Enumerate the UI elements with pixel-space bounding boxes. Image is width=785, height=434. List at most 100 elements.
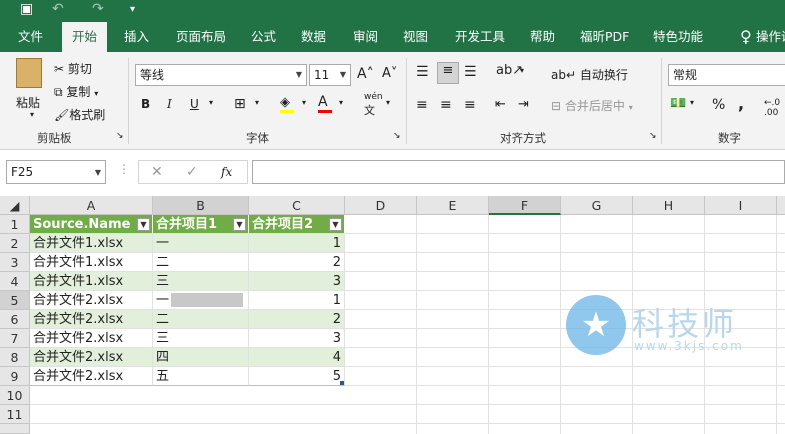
row-header-5[interactable]: 5 <box>0 291 30 310</box>
increase-decimal-icon[interactable]: ←.0.00 <box>764 98 780 118</box>
align-left-icon[interactable]: ≡ <box>416 97 428 113</box>
column-header-f[interactable]: F <box>489 196 561 215</box>
table-cell[interactable]: 合并文件2.xlsx <box>30 348 153 367</box>
font-color-button[interactable]: A <box>318 94 332 113</box>
align-center-icon[interactable]: ≡ <box>440 97 452 113</box>
table-cell[interactable]: 合并文件1.xlsx <box>30 272 153 291</box>
fill-dropdown-icon[interactable]: ▾ <box>302 98 306 107</box>
table-cell[interactable]: 合并文件1.xlsx <box>30 234 153 253</box>
bold-button[interactable]: B <box>141 97 150 111</box>
table-cell[interactable]: 合并文件2.xlsx <box>30 367 153 386</box>
tab-data[interactable]: 数据 <box>291 22 336 52</box>
font-launcher-icon[interactable]: ↘ <box>393 131 401 141</box>
table-cell[interactable]: 1 <box>249 291 345 310</box>
paste-button[interactable]: 粘贴 <box>16 94 40 111</box>
row-header-7[interactable]: 7 <box>0 329 30 348</box>
row-header-1[interactable]: 1 <box>0 215 30 234</box>
row-header-10[interactable]: 10 <box>0 386 30 405</box>
tab-home[interactable]: 开始 <box>62 22 108 52</box>
enter-icon[interactable]: ✓ <box>186 162 198 182</box>
column-header-g[interactable]: G <box>561 196 633 215</box>
decrease-indent-icon[interactable]: ⇤ <box>495 97 506 112</box>
row-header-9[interactable]: 9 <box>0 367 30 386</box>
align-middle-icon[interactable]: ≡ <box>437 62 459 84</box>
customize-qat-icon[interactable]: ▾ <box>130 4 135 15</box>
formula-input[interactable] <box>252 160 785 184</box>
table-cell[interactable]: 5 <box>249 367 345 386</box>
table-cell[interactable]: 二 <box>153 310 249 329</box>
table-header-cell[interactable]: 合并项目1 ▼ <box>153 215 249 234</box>
alignment-launcher-icon[interactable]: ↘ <box>649 131 657 141</box>
tab-features[interactable]: 特色功能 <box>643 22 713 52</box>
table-cell[interactable]: 2 <box>249 253 345 272</box>
table-cell[interactable]: 4 <box>249 348 345 367</box>
filter-dropdown-icon[interactable]: ▼ <box>137 218 150 231</box>
align-right-icon[interactable]: ≡ <box>464 97 476 113</box>
grow-font-icon[interactable]: A˄ <box>357 66 374 82</box>
table-cell[interactable]: 3 <box>249 272 345 291</box>
currency-dropdown-icon[interactable]: ▾ <box>690 98 694 107</box>
phonetic-dropdown-icon[interactable]: ▾ <box>386 98 390 107</box>
filter-dropdown-icon[interactable]: ▼ <box>233 218 246 231</box>
shrink-font-icon[interactable]: A˅ <box>382 66 397 81</box>
row-header-4[interactable]: 4 <box>0 272 30 291</box>
row-header-6[interactable]: 6 <box>0 310 30 329</box>
align-bottom-icon[interactable]: ☰ <box>464 64 477 80</box>
table-cell[interactable]: 合并文件2.xlsx <box>30 291 153 310</box>
paste-dropdown-icon[interactable]: ▾ <box>30 110 34 119</box>
cut-button[interactable]: ✂ 剪切 <box>54 60 92 77</box>
format-painter-button[interactable]: 🖌格式刷 <box>54 106 105 123</box>
column-header-e[interactable]: E <box>417 196 489 215</box>
table-header-cell[interactable]: 合并项目2 ▼ <box>249 215 345 234</box>
tab-view[interactable]: 视图 <box>393 22 438 52</box>
cancel-icon[interactable]: ✕ <box>151 162 163 182</box>
row-header-2[interactable]: 2 <box>0 234 30 253</box>
tab-developer[interactable]: 开发工具 <box>445 22 515 52</box>
percent-button[interactable]: % <box>712 97 725 113</box>
tab-formulas[interactable]: 公式 <box>241 22 286 52</box>
border-dropdown-icon[interactable]: ▾ <box>255 98 259 107</box>
table-cell[interactable]: 3 <box>249 329 345 348</box>
table-cell[interactable]: 五 <box>153 367 249 386</box>
paste-icon[interactable] <box>16 58 42 88</box>
table-cell[interactable]: 1 <box>249 234 345 253</box>
row-header-3[interactable]: 3 <box>0 253 30 272</box>
name-box[interactable]: F25 ▼ <box>6 160 106 184</box>
column-header-j[interactable] <box>777 196 785 215</box>
column-header-c[interactable]: C <box>249 196 345 215</box>
number-format-select[interactable]: 常规 <box>668 64 785 86</box>
tab-file[interactable]: 文件 <box>8 22 53 52</box>
column-header-d[interactable]: D <box>345 196 417 215</box>
wrap-text-button[interactable]: ab↵ 自动换行 <box>551 66 628 83</box>
copy-button[interactable]: ⧉ 复制 ▾ <box>54 83 98 100</box>
save-icon[interactable]: ▣ <box>20 1 33 17</box>
comma-button[interactable]: , <box>738 94 744 113</box>
table-cell-selected[interactable]: 一 <box>153 291 249 310</box>
insert-function-icon[interactable]: fx <box>221 162 232 182</box>
orientation-dropdown-icon[interactable]: ▾ <box>520 66 524 75</box>
italic-button[interactable]: I <box>167 97 172 111</box>
table-cell[interactable]: 三 <box>153 272 249 291</box>
tab-tell-me[interactable]: 操作说 <box>746 22 785 52</box>
table-cell[interactable]: 三 <box>153 329 249 348</box>
table-resize-handle[interactable] <box>340 381 344 385</box>
undo-icon[interactable]: ↶ <box>52 1 64 17</box>
increase-indent-icon[interactable]: ⇥ <box>518 97 529 112</box>
select-all-corner[interactable]: ◢ <box>0 196 30 215</box>
align-top-icon[interactable]: ☰ <box>416 64 429 80</box>
row-header-8[interactable]: 8 <box>0 348 30 367</box>
border-icon[interactable]: ⊞ <box>234 96 246 112</box>
tab-review[interactable]: 审阅 <box>343 22 388 52</box>
fill-color-button[interactable]: ◈ <box>280 95 294 113</box>
tab-foxit-pdf[interactable]: 福昕PDF <box>570 22 639 52</box>
table-cell[interactable]: 二 <box>153 253 249 272</box>
tab-help[interactable]: 帮助 <box>520 22 565 52</box>
table-cell[interactable]: 四 <box>153 348 249 367</box>
tab-page-layout[interactable]: 页面布局 <box>166 22 236 52</box>
table-cell[interactable]: 合并文件1.xlsx <box>30 253 153 272</box>
font-color-dropdown-icon[interactable]: ▾ <box>339 98 343 107</box>
row-header-11[interactable]: 11 <box>0 405 30 424</box>
table-cell[interactable]: 合并文件2.xlsx <box>30 329 153 348</box>
table-cell[interactable]: 一 <box>153 234 249 253</box>
tab-insert[interactable]: 插入 <box>114 22 159 52</box>
